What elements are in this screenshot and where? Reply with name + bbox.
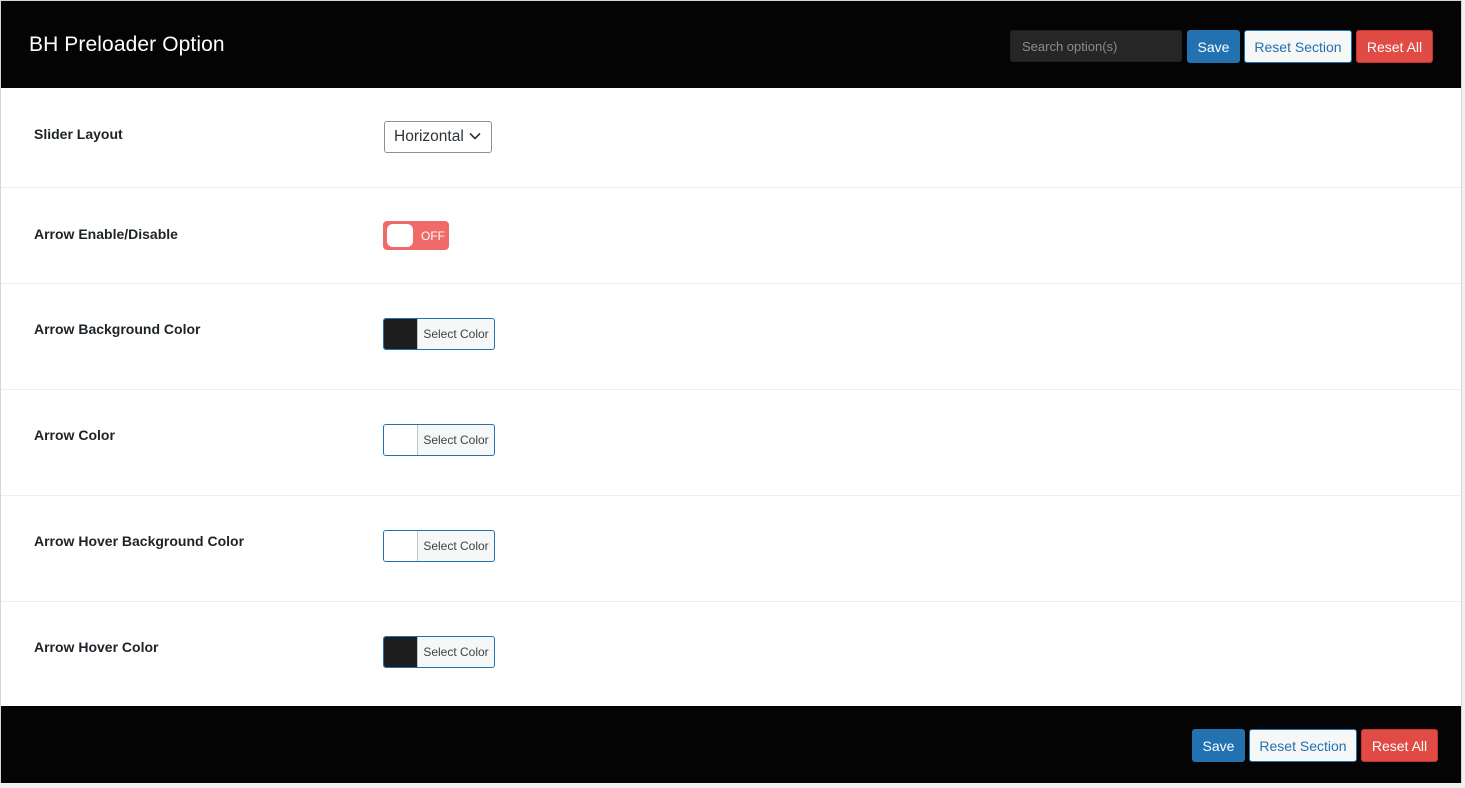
arrow-bg-color-picker[interactable]: Select Color — [383, 318, 495, 350]
color-swatch — [384, 531, 418, 561]
footer-reset-all-button[interactable]: Reset All — [1361, 729, 1438, 762]
search-input[interactable] — [1010, 30, 1182, 62]
field-row-arrow-hover-bg-color: Arrow Hover Background Color Select Colo… — [1, 496, 1461, 602]
field-label: Arrow Hover Color — [34, 639, 159, 655]
select-color-label: Select Color — [423, 645, 489, 659]
color-swatch — [384, 425, 418, 455]
color-swatch — [384, 637, 418, 667]
select-color-label: Select Color — [423, 327, 489, 341]
field-label: Arrow Enable/Disable — [34, 226, 178, 242]
field-label: Arrow Background Color — [34, 321, 201, 337]
reset-section-button[interactable]: Reset Section — [1244, 30, 1352, 63]
options-header: BH Preloader Option Save Reset Section R… — [1, 1, 1461, 88]
field-row-arrow-enable: Arrow Enable/Disable OFF — [1, 188, 1461, 284]
arrow-hover-bg-color-picker[interactable]: Select Color — [383, 530, 495, 562]
page-title: BH Preloader Option — [29, 33, 225, 56]
chevron-down-icon — [469, 132, 481, 140]
field-row-slider-layout: Slider Layout Horizontal — [1, 88, 1461, 188]
field-row-arrow-bg-color: Arrow Background Color Select Color — [1, 284, 1461, 390]
options-panel: BH Preloader Option Save Reset Section R… — [0, 0, 1462, 783]
save-button[interactable]: Save — [1187, 30, 1240, 63]
field-row-arrow-color: Arrow Color Select Color — [1, 390, 1461, 496]
arrow-hover-color-picker[interactable]: Select Color — [383, 636, 495, 668]
toggle-knob — [387, 224, 413, 247]
toggle-state-label: OFF — [421, 229, 445, 243]
footer-reset-section-button[interactable]: Reset Section — [1249, 729, 1357, 762]
arrow-enable-toggle[interactable]: OFF — [383, 221, 449, 250]
options-footer: Save Reset Section Reset All — [1, 706, 1461, 783]
footer-save-button[interactable]: Save — [1192, 729, 1245, 762]
field-label: Arrow Hover Background Color — [34, 533, 245, 549]
field-label: Arrow Color — [34, 427, 115, 443]
field-label: Slider Layout — [34, 126, 123, 142]
field-row-arrow-hover-color: Arrow Hover Color Select Color — [1, 602, 1461, 706]
arrow-color-picker[interactable]: Select Color — [383, 424, 495, 456]
select-color-label: Select Color — [423, 433, 489, 447]
reset-all-button[interactable]: Reset All — [1356, 30, 1433, 63]
select-value: Horizontal — [394, 128, 464, 145]
slider-layout-select[interactable]: Horizontal — [384, 121, 492, 153]
select-color-label: Select Color — [423, 539, 489, 553]
color-swatch — [384, 319, 418, 349]
